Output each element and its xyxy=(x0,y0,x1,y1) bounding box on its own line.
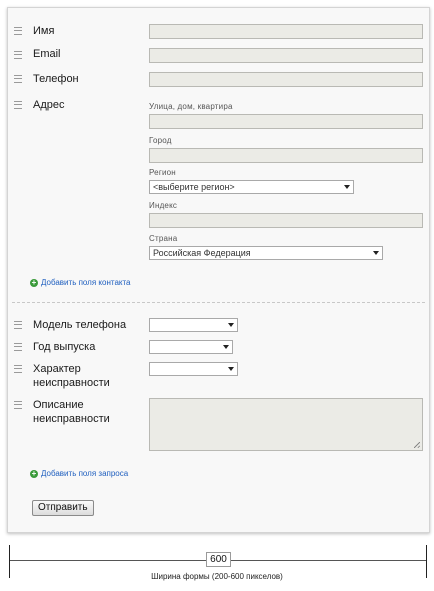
index-input[interactable] xyxy=(149,213,423,228)
email-input[interactable] xyxy=(149,48,423,63)
drag-handle-icon[interactable] xyxy=(14,75,22,83)
add-request-fields-label: Добавить поля запроса xyxy=(41,469,129,478)
dropdown-arrow-icon xyxy=(223,345,229,349)
dropdown-arrow-icon xyxy=(228,367,234,371)
dropdown-arrow-icon xyxy=(344,185,350,189)
region-select-value: <выберите регион> xyxy=(153,182,235,192)
description-label: Описание неисправности xyxy=(33,399,110,425)
year-label: Год выпуска xyxy=(33,341,96,353)
add-contact-fields-link[interactable]: + Добавить поля контакта xyxy=(30,278,131,288)
email-label: Email xyxy=(33,48,61,60)
resize-grip-icon[interactable] xyxy=(414,442,420,448)
drag-handle-icon[interactable] xyxy=(14,343,22,351)
dropdown-arrow-icon xyxy=(373,251,379,255)
plus-icon: + xyxy=(30,469,38,478)
country-select[interactable]: Российская Федерация xyxy=(149,246,383,260)
drag-handle-icon[interactable] xyxy=(14,101,22,109)
drag-handle-icon[interactable] xyxy=(14,51,22,59)
phone-input[interactable] xyxy=(149,72,423,87)
drag-handle-icon[interactable] xyxy=(14,401,22,409)
drag-handle-icon[interactable] xyxy=(14,27,22,35)
name-label: Имя xyxy=(33,25,55,37)
phone-model-select[interactable] xyxy=(149,318,238,332)
year-select[interactable] xyxy=(149,340,233,354)
name-input[interactable] xyxy=(149,24,423,39)
plus-icon: + xyxy=(30,278,38,287)
drag-handle-icon[interactable] xyxy=(14,365,22,373)
street-label: Улица, дом, квартира xyxy=(149,102,233,111)
phone-model-label: Модель телефона xyxy=(33,319,127,331)
form-width-input[interactable]: 600 xyxy=(206,552,231,567)
fault-type-label: Характер неисправности xyxy=(33,363,110,389)
add-contact-fields-label: Добавить поля контакта xyxy=(41,278,131,287)
description-textarea[interactable] xyxy=(149,398,423,451)
index-label: Индекс xyxy=(149,201,178,210)
drag-handle-icon[interactable] xyxy=(14,321,22,329)
dropdown-arrow-icon xyxy=(228,323,234,327)
region-label: Регион xyxy=(149,168,176,177)
form-panel: Имя Email Телефон Адрес Улица, дом, квар… xyxy=(7,7,430,533)
add-request-fields-link[interactable]: + Добавить поля запроса xyxy=(30,469,128,479)
city-label: Город xyxy=(149,136,172,145)
address-label: Адрес xyxy=(33,99,65,111)
country-select-value: Российская Федерация xyxy=(153,248,251,258)
country-label: Страна xyxy=(149,234,178,243)
form-width-caption: Ширина формы (200-600 пикселов) xyxy=(151,572,283,581)
city-input[interactable] xyxy=(149,148,423,163)
section-divider xyxy=(12,302,425,303)
phone-label: Телефон xyxy=(33,73,79,85)
street-input[interactable] xyxy=(149,114,423,129)
region-select[interactable]: <выберите регион> xyxy=(149,180,354,194)
submit-button[interactable]: Отправить xyxy=(32,500,94,516)
fault-type-select[interactable] xyxy=(149,362,238,376)
